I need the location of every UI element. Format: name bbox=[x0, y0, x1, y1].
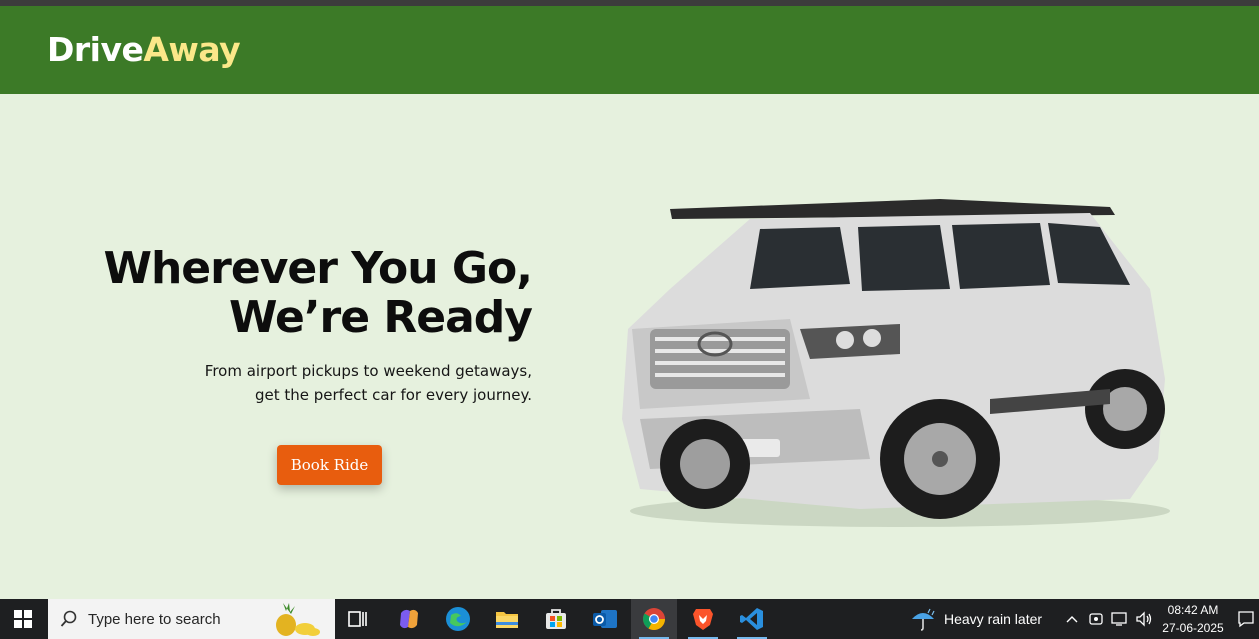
hero-title-line2: We’re Ready bbox=[229, 292, 533, 343]
search-placeholder: Type here to search bbox=[88, 610, 221, 628]
file-explorer-icon[interactable] bbox=[484, 599, 530, 639]
volume-icon[interactable] bbox=[1133, 599, 1155, 639]
weather-widget[interactable]: Heavy rain later bbox=[910, 599, 1042, 639]
clock-date: 27-06-2025 bbox=[1162, 621, 1224, 635]
outlook-icon[interactable] bbox=[582, 599, 628, 639]
edge-icon[interactable] bbox=[435, 599, 481, 639]
hero-subtitle-line1: From airport pickups to weekend getaways… bbox=[204, 362, 532, 380]
hero-section: Wherever You Go, We’re Ready From airpor… bbox=[0, 94, 1259, 599]
meet-now-icon[interactable] bbox=[1086, 599, 1106, 639]
windows-taskbar: Type here to search Heavy rain later 08:… bbox=[0, 599, 1259, 639]
taskbar-search-box[interactable]: Type here to search bbox=[48, 599, 335, 639]
taskbar-clock[interactable]: 08:42 AM 27-06-2025 bbox=[1158, 601, 1228, 637]
weather-text: Heavy rain later bbox=[944, 611, 1043, 627]
hero-title: Wherever You Go, We’re Ready bbox=[103, 243, 533, 343]
task-view-icon[interactable] bbox=[335, 599, 381, 639]
brand-logo[interactable]: DriveAway bbox=[47, 30, 241, 69]
notification-center-icon[interactable] bbox=[1233, 599, 1259, 639]
vscode-icon[interactable] bbox=[729, 599, 775, 639]
site-header: DriveAway bbox=[0, 6, 1259, 94]
hero-subtitle: From airport pickups to weekend getaways… bbox=[205, 359, 532, 407]
brand-logo-part1: Drive bbox=[47, 30, 144, 69]
microsoft-store-icon[interactable] bbox=[533, 599, 579, 639]
windows-start-icon[interactable] bbox=[0, 599, 46, 639]
chrome-icon[interactable] bbox=[631, 599, 677, 639]
book-ride-button[interactable]: Book Ride bbox=[277, 445, 382, 485]
chevron-up-icon[interactable] bbox=[1062, 599, 1082, 639]
brand-logo-part2: Away bbox=[143, 30, 241, 69]
brave-icon[interactable] bbox=[680, 599, 726, 639]
clock-time: 08:42 AM bbox=[1167, 603, 1219, 617]
copilot-icon[interactable] bbox=[386, 599, 432, 639]
hero-subtitle-line2: get the perfect car for every journey. bbox=[254, 386, 532, 404]
hero-title-line1: Wherever You Go, bbox=[103, 243, 533, 294]
umbrella-rain-icon bbox=[910, 607, 936, 631]
pineapple-icon bbox=[269, 601, 321, 637]
search-icon bbox=[60, 610, 78, 628]
suv-car-image bbox=[622, 199, 1170, 527]
network-icon[interactable] bbox=[1109, 599, 1131, 639]
